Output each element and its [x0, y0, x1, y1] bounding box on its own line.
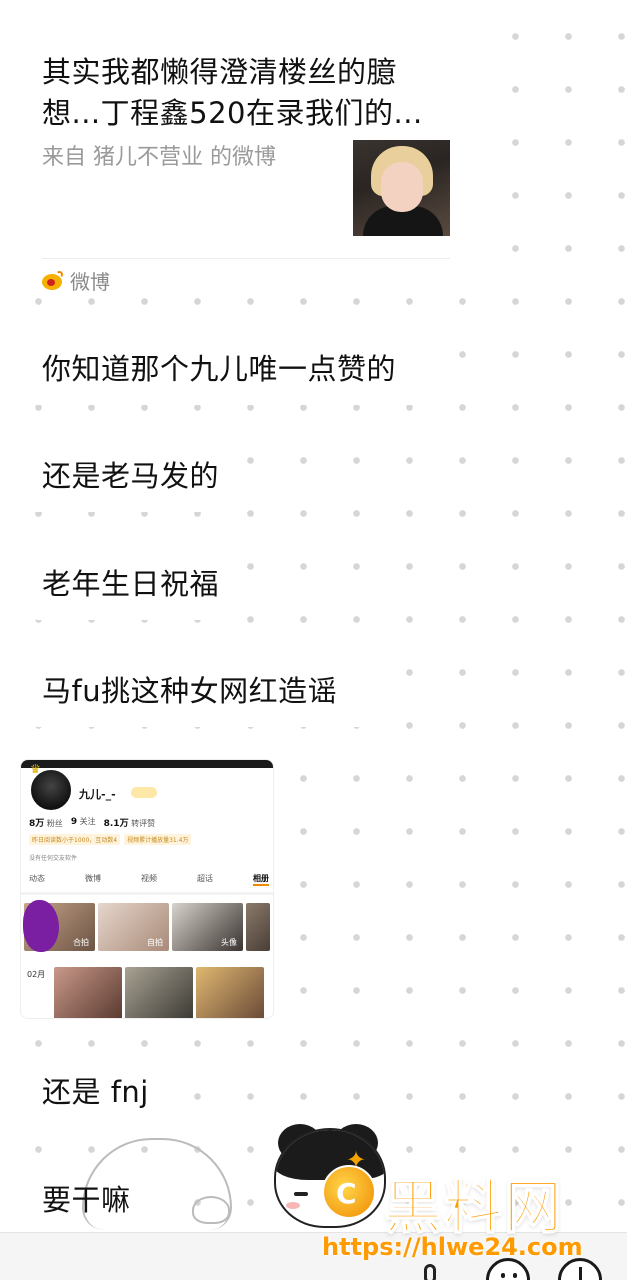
- card-source: 来自 猪儿不营业 的微博: [42, 145, 276, 170]
- profile-tabs: 动态 微博 视频 超话 相册: [29, 873, 269, 886]
- profile-bio: 没有任何交友软件: [29, 855, 78, 862]
- card-brand: 微博: [42, 266, 110, 295]
- tab-video: 视频: [141, 874, 157, 883]
- profile-tag: 视频累计播放量31.4万: [124, 834, 192, 845]
- card-title: 其实我都懒得澄清楼丝的臆 想...丁程鑫520在录我们的...: [42, 52, 450, 134]
- album-tile: 头像: [172, 903, 243, 951]
- watermark-logo-icon: C: [322, 1165, 376, 1219]
- message-text: 你知道那个九儿唯一点赞的: [42, 352, 397, 386]
- voice-icon[interactable]: [424, 1264, 436, 1280]
- message-text: 还是 fnj: [42, 1075, 149, 1109]
- tab-weibo: 微博: [85, 874, 101, 883]
- album-tile: [54, 967, 122, 1018]
- card-thumbnail: [353, 140, 450, 236]
- card-divider: [42, 258, 450, 259]
- card-title-line-2: 想...丁程鑫520在录我们的...: [42, 96, 423, 130]
- shared-weibo-card[interactable]: 其实我都懒得澄清楼丝的臆 想...丁程鑫520在录我们的... 来自 猪儿不营业…: [20, 0, 472, 296]
- vip-badge: [131, 787, 157, 798]
- profile-header-bar: [21, 760, 273, 768]
- watermark-brand: 黑料网: [383, 1172, 565, 1242]
- message-text: 还是老马发的: [42, 459, 220, 493]
- album-tile: [196, 967, 264, 1018]
- tab-topics: 超话: [197, 874, 213, 883]
- album-row: [54, 967, 264, 1018]
- message-text: 马fu挑这种女网红造谣: [42, 674, 338, 708]
- watermark-url: https://hlwe24.com: [322, 1233, 583, 1261]
- tab-album: 相册: [253, 873, 269, 886]
- album-tile: [125, 967, 193, 1018]
- card-title-line-1: 其实我都懒得澄清楼丝的臆: [42, 55, 397, 89]
- seal-doodle-fin: [192, 1196, 230, 1224]
- card-brand-label: 微博: [70, 270, 110, 294]
- album-tile: 自拍: [98, 903, 169, 951]
- album-row: 合拍 自拍 头像: [24, 903, 270, 951]
- image-message[interactable]: ♛ 九儿-_- 8万 粉丝 9 关注 8.1万 转评赞 昨日阅读数小于1000，…: [20, 759, 274, 1019]
- profile-stats: 8万 粉丝 9 关注 8.1万 转评赞: [29, 817, 156, 829]
- redaction-scribble: [23, 900, 59, 952]
- album-tile: [246, 903, 270, 951]
- crown-icon: ♛: [30, 762, 41, 776]
- message-text: 要干嘛: [42, 1183, 131, 1217]
- profile-tag: 昨日阅读数小于1000，互动数4: [29, 834, 121, 845]
- tab-posts: 动态: [29, 874, 45, 883]
- album-month: 02月: [27, 970, 46, 979]
- profile-username: 九儿-_-: [79, 788, 116, 801]
- weibo-logo-icon: [42, 270, 64, 291]
- profile-tags: 昨日阅读数小于1000，互动数4 视频累计播放量31.4万: [29, 834, 192, 845]
- message-text: 老年生日祝福: [42, 567, 220, 601]
